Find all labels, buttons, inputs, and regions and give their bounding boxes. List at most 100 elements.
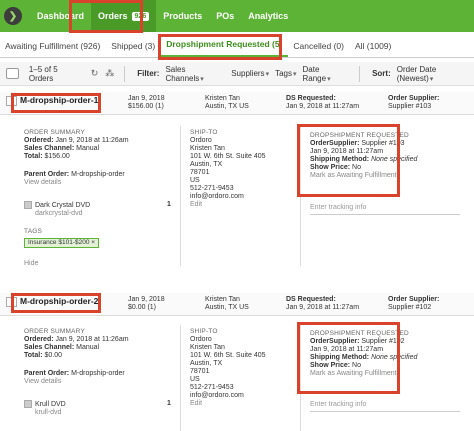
dropship-tab-highlight bbox=[158, 34, 282, 60]
filter-suppliers-label: Suppliers bbox=[231, 69, 265, 78]
filter-sales-channels[interactable]: Sales Channels▾ bbox=[165, 65, 225, 83]
filter-tags[interactable]: Tags▾ bbox=[275, 69, 296, 78]
order-supplier: Order Supplier: Supplier #103 bbox=[388, 95, 439, 111]
tag-chip[interactable]: Insurance $101-$200 × bbox=[24, 237, 100, 248]
sort-select[interactable]: Order Date (Newest)▾ bbox=[397, 65, 474, 83]
hide-link[interactable]: Hide bbox=[24, 260, 174, 268]
refresh-icon[interactable]: ↻ bbox=[91, 68, 99, 79]
ship-to-edit-link[interactable]: Edit bbox=[190, 201, 290, 209]
ship-to-line: info@ordoro.com bbox=[190, 193, 244, 200]
ship-to-line: Ordoro bbox=[190, 137, 212, 144]
ship-to-line: US bbox=[190, 177, 200, 184]
order-2-id-highlight bbox=[11, 293, 101, 313]
filter-tags-label: Tags bbox=[275, 69, 292, 78]
ordered-label: Ordered: bbox=[24, 137, 54, 144]
column-divider bbox=[180, 126, 181, 266]
product-quantity: 1 bbox=[167, 400, 171, 407]
filter-date-range-label: Date Range bbox=[302, 64, 327, 83]
product-name[interactable]: Krull DVD bbox=[35, 401, 66, 408]
nav-analytics[interactable]: Analytics bbox=[241, 0, 295, 32]
order-customer: Kristen Tan Austin, TX US bbox=[205, 296, 249, 312]
tab-all[interactable]: All (1009) bbox=[350, 41, 397, 57]
order-summary-title: ORDER SUMMARY bbox=[24, 129, 85, 136]
ordered-label: Ordered: bbox=[24, 336, 54, 343]
tracking-info-input[interactable]: Enter tracking info bbox=[310, 204, 460, 215]
chevron-down-icon: ▾ bbox=[327, 75, 331, 83]
ship-to-line: 512-271-9453 bbox=[190, 384, 234, 391]
ship-to-line: info@ordoro.com bbox=[190, 392, 244, 399]
customer-location: Austin, TX US bbox=[205, 103, 249, 110]
orders-nav-highlight bbox=[69, 0, 143, 33]
total-label: Total: bbox=[24, 153, 43, 160]
order-date-total: Jan 9, 2018 $0.00 (1) bbox=[128, 296, 165, 312]
parent-order-label: Parent Order: bbox=[24, 370, 70, 377]
order-total: $156.00 (1) bbox=[128, 103, 164, 110]
ship-to-line: Austin, TX bbox=[190, 360, 223, 367]
chevron-down-icon: ▾ bbox=[292, 71, 297, 78]
total-label: Total: bbox=[24, 352, 43, 359]
order-1-id-highlight bbox=[11, 93, 101, 113]
total-value: $0.00 bbox=[44, 352, 63, 359]
column-divider bbox=[180, 325, 181, 431]
chevron-down-icon: ▾ bbox=[200, 75, 204, 83]
chevron-down-icon: ▾ bbox=[429, 75, 434, 83]
ship-to-title: SHIP-TO bbox=[190, 129, 218, 136]
product-sku: krull-dvd bbox=[35, 408, 62, 416]
product-thumbnail bbox=[24, 201, 32, 209]
ds-requested: DS Requested: Jan 9, 2018 at 11:27am bbox=[286, 95, 359, 111]
tab-cancelled[interactable]: Cancelled (0) bbox=[288, 41, 350, 57]
ship-to-line: Ordoro bbox=[190, 336, 212, 343]
ship-to-line: 78701 bbox=[190, 169, 210, 176]
nav-pos[interactable]: POs bbox=[209, 0, 241, 32]
view-details-link[interactable]: View details bbox=[24, 179, 174, 187]
sales-channel-label: Sales Channel: bbox=[24, 344, 75, 351]
ds-requested-label: DS Requested: bbox=[286, 95, 336, 102]
tab-shipped[interactable]: Shipped (3) bbox=[106, 41, 161, 57]
order-range-text: 1–5 of 5 Orders bbox=[28, 64, 58, 83]
order-supplier: Order Supplier: Supplier #102 bbox=[388, 296, 439, 312]
chevron-down-icon: ▾ bbox=[265, 71, 270, 78]
toolbar-divider bbox=[359, 65, 361, 82]
order-summary-title: ORDER SUMMARY bbox=[24, 328, 85, 335]
order-row: M-dropship-order-1 Jan 9, 2018 $156.00 (… bbox=[0, 92, 474, 294]
select-all-checkbox[interactable] bbox=[6, 68, 19, 79]
filter-suppliers[interactable]: Suppliers▾ bbox=[231, 69, 269, 78]
filter-date-range[interactable]: Date Range▾ bbox=[303, 65, 350, 83]
ship-to: SHIP-TO Ordoro Kristen Tan 101 W. 6th St… bbox=[190, 328, 290, 408]
tracking-info-input[interactable]: Enter tracking info bbox=[310, 401, 460, 412]
nav-products[interactable]: Products bbox=[156, 0, 209, 32]
ship-to-line: Kristen Tan bbox=[190, 145, 225, 152]
expand-icon[interactable]: ⁂ bbox=[105, 68, 114, 79]
ordered-date: Jan 9, 2018 at 11:26am bbox=[55, 336, 129, 343]
order-2-dropship-highlight bbox=[297, 322, 400, 394]
ship-to-line: Austin, TX bbox=[190, 161, 223, 168]
order-summary: ORDER SUMMARY Ordered: Jan 9, 2018 at 11… bbox=[24, 328, 174, 417]
order-supplier-label: Order Supplier: bbox=[388, 296, 440, 303]
parent-order-value: M-dropship-order bbox=[71, 370, 125, 377]
toolbar-divider bbox=[124, 65, 126, 82]
order-row: M-dropship-order-2 Jan 9, 2018 $0.00 (1)… bbox=[0, 293, 474, 431]
tab-awaiting-fulfillment[interactable]: Awaiting Fulfillment (926) bbox=[0, 41, 106, 57]
ship-to-line: US bbox=[190, 376, 200, 383]
product-name[interactable]: Dark Crystal DVD bbox=[35, 202, 90, 209]
customer-name: Kristen Tan bbox=[205, 296, 240, 303]
ds-requested-date: Jan 9, 2018 at 11:27am bbox=[286, 103, 360, 110]
ship-to-line: Kristen Tan bbox=[190, 344, 225, 351]
filter-label: Filter: bbox=[137, 69, 160, 78]
ship-to-edit-link[interactable]: Edit bbox=[190, 400, 290, 408]
sort-label: Sort: bbox=[372, 69, 391, 78]
ds-requested: DS Requested: Jan 9, 2018 at 11:27am bbox=[286, 296, 359, 312]
order-summary: ORDER SUMMARY Ordered: Jan 9, 2018 at 11… bbox=[24, 129, 174, 268]
ordoro-logo-icon[interactable]: ❯ bbox=[4, 7, 22, 25]
view-details-link[interactable]: View details bbox=[24, 378, 174, 386]
customer-location: Austin, TX US bbox=[205, 304, 249, 311]
product-quantity: 1 bbox=[167, 201, 171, 208]
ship-to-line: 101 W. 6th St. Suite 405 bbox=[190, 153, 266, 160]
order-customer: Kristen Tan Austin, TX US bbox=[205, 95, 249, 111]
product-sku: darkcrystal-dvd bbox=[35, 209, 83, 217]
total-value: $156.00 bbox=[44, 153, 70, 160]
orders-toolbar: 1–5 of 5 Orders ↻ ⁂ Filter: Sales Channe… bbox=[0, 62, 474, 86]
line-item: Dark Crystal DVD darkcrystal-dvd 1 bbox=[24, 201, 174, 218]
order-date: Jan 9, 2018 bbox=[128, 95, 165, 102]
ship-to: SHIP-TO Ordoro Kristen Tan 101 W. 6th St… bbox=[190, 129, 290, 209]
